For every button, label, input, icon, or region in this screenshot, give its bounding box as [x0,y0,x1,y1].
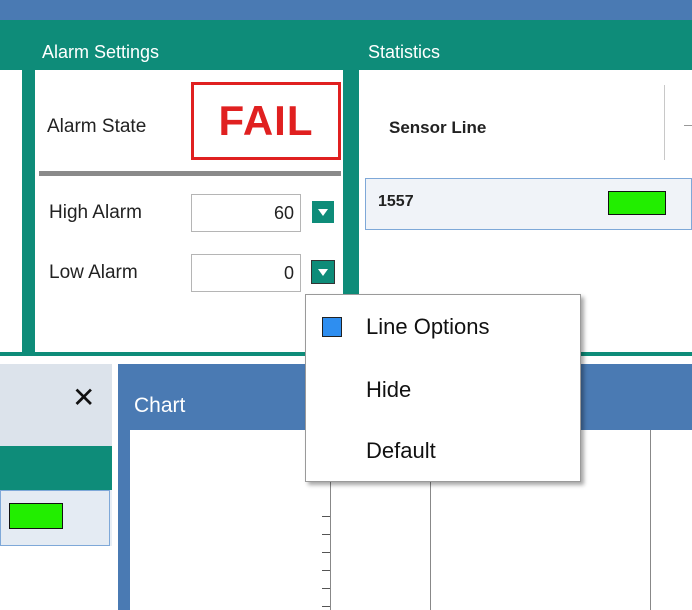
chevron-down-icon [318,208,328,216]
chart-title: Chart [134,394,186,417]
statistics-title: Statistics [368,42,441,62]
sensor-color-swatch[interactable] [9,503,63,529]
left-panel-body [0,70,22,352]
menu-item-default[interactable]: Default [366,438,436,464]
chart-gridline [650,430,651,610]
context-menu: Line Options Hide Default [305,294,581,482]
close-icon[interactable]: ✕ [72,384,95,412]
bottom-left-row[interactable] [0,490,110,546]
alarm-state-value: FAIL [218,97,314,144]
bottom-left-green-bar [0,446,112,490]
divider [39,171,341,176]
axis-tick [322,606,330,607]
axis-tick [322,516,330,517]
column-separator [664,85,665,160]
alarm-settings-title: Alarm Settings [42,42,160,62]
low-alarm-input[interactable]: 0 [191,254,301,292]
axis-tick [322,534,330,535]
alarm-settings-body: Alarm State FAIL High Alarm 60 Low Alarm… [35,70,343,352]
axis-tick [322,588,330,589]
low-alarm-dropdown-button[interactable] [311,260,335,284]
menu-item-hide[interactable]: Hide [366,377,411,403]
column-header-tick [684,125,692,126]
line-options-checkbox[interactable] [322,317,342,337]
top-bar [0,0,692,20]
chevron-down-icon [318,268,328,276]
bottom-left-body [0,546,112,610]
alarm-settings-panel: Alarm Settings Alarm State FAIL High Ala… [30,20,348,356]
high-alarm-label: High Alarm [49,202,142,223]
menu-item-line-options[interactable]: Line Options [366,314,490,340]
axis-tick [322,552,330,553]
alarm-state-badge: FAIL [191,82,341,160]
alarm-state-label: Alarm State [47,116,147,137]
axis-tick [322,570,330,571]
low-alarm-label: Low Alarm [49,262,138,283]
statistics-column-header[interactable]: Sensor Line [389,118,486,138]
table-row[interactable]: 1557 [365,178,692,230]
high-alarm-input[interactable]: 60 [191,194,301,232]
high-alarm-dropdown-button[interactable] [312,201,334,223]
sensor-line-name: 1557 [378,193,414,210]
bottom-left-panel: ✕ [0,364,112,610]
sensor-color-swatch[interactable] [608,191,666,215]
